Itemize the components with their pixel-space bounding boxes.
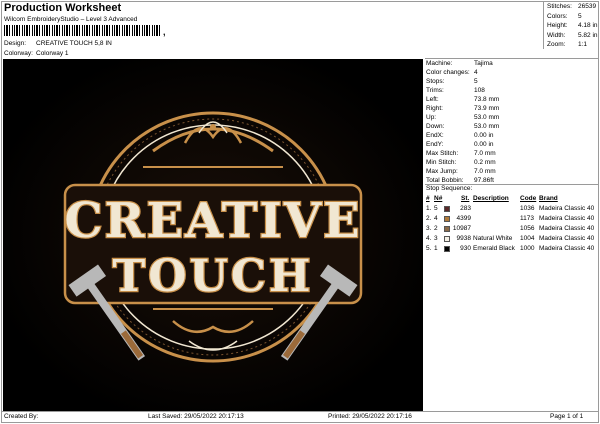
stop-stitches: 283: [460, 205, 471, 212]
col-header-description: Description: [473, 195, 509, 202]
info-max-stitch: Max Stitch: 7.0 mm: [426, 150, 496, 157]
colorway-line: Colorway: Colorway 1: [4, 50, 69, 57]
stat-stitches: Stitches: 26539: [547, 3, 597, 10]
stop-needle: 5: [434, 205, 438, 212]
stop-row: 5. 1 930 Emerald Black 1000 Madeira Classic 4…: [425, 245, 598, 255]
info-machine: Machine: Tajima: [426, 60, 493, 67]
info-endx: EndX: 0.00 in: [426, 132, 494, 139]
col-header-stitches: St.: [461, 195, 470, 202]
stop-code: 1036: [520, 205, 535, 212]
crest-bead: [210, 124, 216, 130]
design-preview[interactable]: CREATIVE TOUCH: [3, 59, 423, 411]
stop-stitches: 9938: [456, 235, 471, 242]
stop-description: Natural White: [473, 235, 513, 242]
col-header-needle: N#: [434, 195, 443, 202]
info-total-bobbin: Total Bobbin: 97.86ft: [426, 177, 494, 184]
stop-needle: 1: [434, 245, 438, 252]
thread-color-swatch: [444, 246, 450, 252]
design-line: Design: CREATIVE TOUCH 5,8 IN: [4, 40, 112, 47]
stop-stitches: 4399: [456, 215, 471, 222]
info-stops: Stops: 5: [426, 78, 478, 85]
barcode-mark: ,: [163, 27, 166, 37]
stop-brand: Madeira Classic 40: [539, 215, 595, 222]
thread-color-swatch: [444, 236, 450, 242]
stop-num: 5.: [426, 245, 432, 252]
stop-brand: Madeira Classic 40: [539, 235, 595, 242]
thread-color-swatch: [444, 226, 450, 232]
footer-divider: [1, 411, 599, 412]
stop-sequence-title: Stop Sequence:: [426, 185, 473, 192]
thread-color-swatch: [444, 216, 450, 222]
stop-brand: Madeira Classic 40: [539, 245, 595, 252]
col-header-brand: Brand: [539, 195, 558, 202]
stop-num: 2.: [426, 215, 432, 222]
design-value: CREATIVE TOUCH 5,8 IN: [36, 40, 112, 47]
barcode: [4, 25, 162, 36]
colorway-label: Colorway:: [4, 50, 33, 57]
info-color-changes: Color changes: 4: [426, 69, 478, 76]
stop-needle: 2: [434, 225, 438, 232]
info-trims: Trims: 108: [426, 87, 485, 94]
info-left: Left: 73.8 mm: [426, 96, 500, 103]
stop-description: Emerald Black: [473, 245, 515, 252]
stat-height: Height: 4.18 in: [547, 22, 598, 29]
colorway-value: Colorway 1: [36, 50, 69, 57]
last-saved: Last Saved: 29/05/2022 20:17:13: [148, 413, 244, 420]
design-word-touch: TOUCH: [112, 251, 313, 302]
stop-brand: Madeira Classic 40: [539, 205, 595, 212]
worksheet-title: Production Worksheet: [4, 2, 122, 14]
software-name: Wilcom EmbroideryStudio – Level 3 Advanc…: [4, 16, 138, 23]
stop-code: 1004: [520, 235, 535, 242]
stop-code: 1000: [520, 245, 535, 252]
stop-row: 3. 2 10987 1056 Madeira Classic 40: [425, 225, 598, 235]
machine-info-panel: Machine: Tajima Color changes: 4 Stops: 5 T…: [425, 59, 598, 411]
stop-brand: Madeira Classic 40: [539, 225, 595, 232]
info-up: Up: 53.0 mm: [426, 114, 500, 121]
stop-needle: 4: [434, 215, 438, 222]
design-word-creative: CREATIVE: [64, 193, 361, 249]
info-endy: EndY: 0.00 in: [426, 141, 494, 148]
stop-row: 1. 5 283 1036 Madeira Classic 40: [425, 205, 598, 215]
stop-num: 4.: [426, 235, 432, 242]
stop-stitches: 10987: [452, 225, 471, 232]
stop-row: 2. 4 4399 1173 Madeira Classic 40: [425, 215, 598, 225]
printed-date: Printed: 29/05/2022 20:17:16: [328, 413, 412, 420]
stat-width: Width: 5.82 in: [547, 31, 598, 39]
info-right: Right: 73.9 mm: [426, 105, 500, 112]
embroidery-design: CREATIVE TOUCH: [3, 59, 423, 411]
thread-color-swatch: [444, 206, 450, 212]
stop-code: 1173: [520, 215, 534, 222]
info-max-jump: Max Jump: 7.0 mm: [426, 168, 496, 175]
col-header-code: Code: [520, 195, 537, 202]
stop-code: 1056: [520, 225, 535, 232]
stop-stitches: 930: [460, 245, 471, 252]
stop-num: 3.: [426, 225, 432, 232]
col-header-num: #: [426, 195, 430, 202]
info-min-stitch: Min Stitch: 0.2 mm: [426, 159, 496, 166]
stats-box: Stitches: 26539 Colors: 5 Height: 4.18 in W…: [543, 1, 599, 49]
stop-needle: 3: [434, 235, 438, 242]
page-number: Page 1 of 1: [550, 413, 584, 420]
stat-zoom: Zoom: 1:1: [547, 41, 588, 48]
design-label: Design:: [4, 40, 27, 47]
info-down: Down: 53.0 mm: [426, 123, 500, 130]
created-by-label: Created By:: [4, 413, 39, 420]
stat-colors: Colors: 5: [547, 12, 582, 20]
stop-num: 1.: [426, 205, 432, 212]
stop-row: 4. 3 9938 Natural White 1004 Madeira Classic …: [425, 235, 598, 245]
